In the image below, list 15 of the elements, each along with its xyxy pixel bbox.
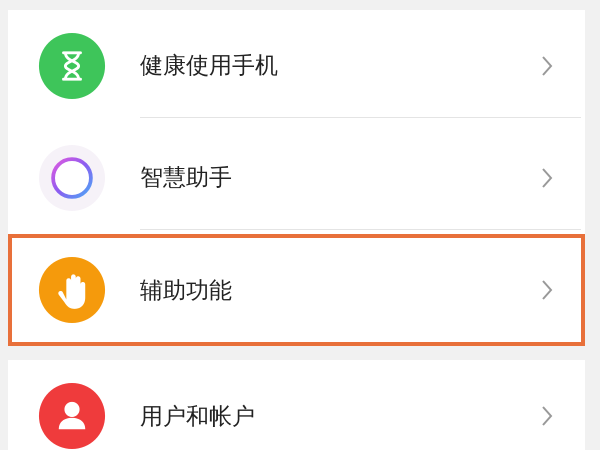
hourglass-icon [38,32,106,100]
hand-icon [38,256,106,324]
item-label: 健康使用手机 [140,52,279,81]
item-label: 智慧助手 [140,164,233,193]
settings-item[interactable]: 智慧助手 [8,122,585,234]
chevron-icon [541,54,553,76]
settings-item[interactable]: 用户和帐户 [8,360,585,450]
ring-icon [38,144,106,212]
item-label: 辅助功能 [140,276,233,306]
settings-item[interactable]: 健康使用手机 [8,10,585,122]
chevron-icon [541,405,553,427]
chevron-icon [541,279,553,301]
chevron-icon [541,166,553,188]
item-label: 用户和帐户 [140,402,256,432]
settings-item[interactable]: 辅助功能 [8,234,585,346]
